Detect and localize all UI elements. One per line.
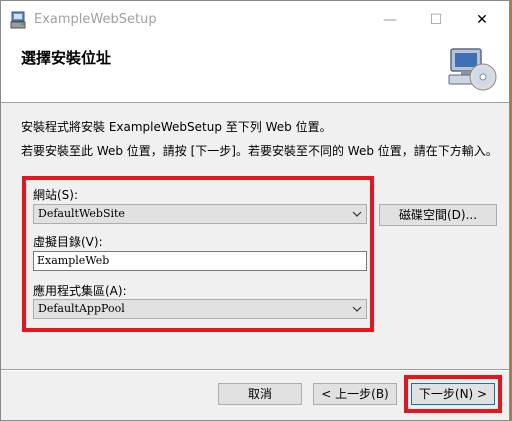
- setup-window: ExampleWebSetup — ☐ ✕ 選擇安裝位址 安裝程式將安裝 Exa…: [0, 0, 510, 421]
- virtual-directory-label: 虛擬目錄(V):: [33, 235, 103, 249]
- install-instructions: 若要安裝至此 Web 位置，請按 [下一步]。若要安裝至不同的 Web 位置，請…: [21, 144, 498, 158]
- disk-space-button[interactable]: 磁碟空間(D)...: [379, 204, 497, 226]
- install-description: 安裝程式將安裝 ExampleWebSetup 至下列 Web 位置。: [21, 120, 332, 134]
- window-title: ExampleWebSetup: [34, 12, 157, 27]
- site-dropdown-value: DefaultWebSite: [38, 207, 125, 220]
- app-pool-label: 應用程式集區(A):: [33, 284, 127, 298]
- next-button[interactable]: 下一步(N) >: [411, 383, 495, 405]
- app-pool-dropdown-value: DefaultAppPool: [38, 302, 125, 315]
- minimize-button[interactable]: —: [373, 9, 407, 31]
- chevron-down-icon: [352, 211, 362, 217]
- back-button[interactable]: < 上一步(B): [313, 383, 397, 405]
- cancel-button[interactable]: 取消: [218, 383, 302, 405]
- installer-app-icon: [10, 11, 26, 29]
- title-bar[interactable]: ExampleWebSetup — ☐ ✕: [1, 1, 509, 39]
- bottom-divider: [1, 369, 509, 371]
- close-button[interactable]: ✕: [465, 9, 499, 31]
- site-dropdown[interactable]: DefaultWebSite: [33, 204, 367, 224]
- header-banner: 選擇安裝位址: [1, 39, 509, 103]
- app-pool-dropdown[interactable]: DefaultAppPool: [33, 299, 367, 319]
- maximize-button[interactable]: ☐: [419, 9, 453, 31]
- computer-cd-icon: [448, 48, 497, 91]
- page-title: 選擇安裝位址: [21, 49, 112, 67]
- virtual-directory-input[interactable]: ExampleWeb: [33, 251, 367, 271]
- site-label: 網站(S):: [33, 188, 79, 202]
- chevron-down-icon: [352, 306, 362, 312]
